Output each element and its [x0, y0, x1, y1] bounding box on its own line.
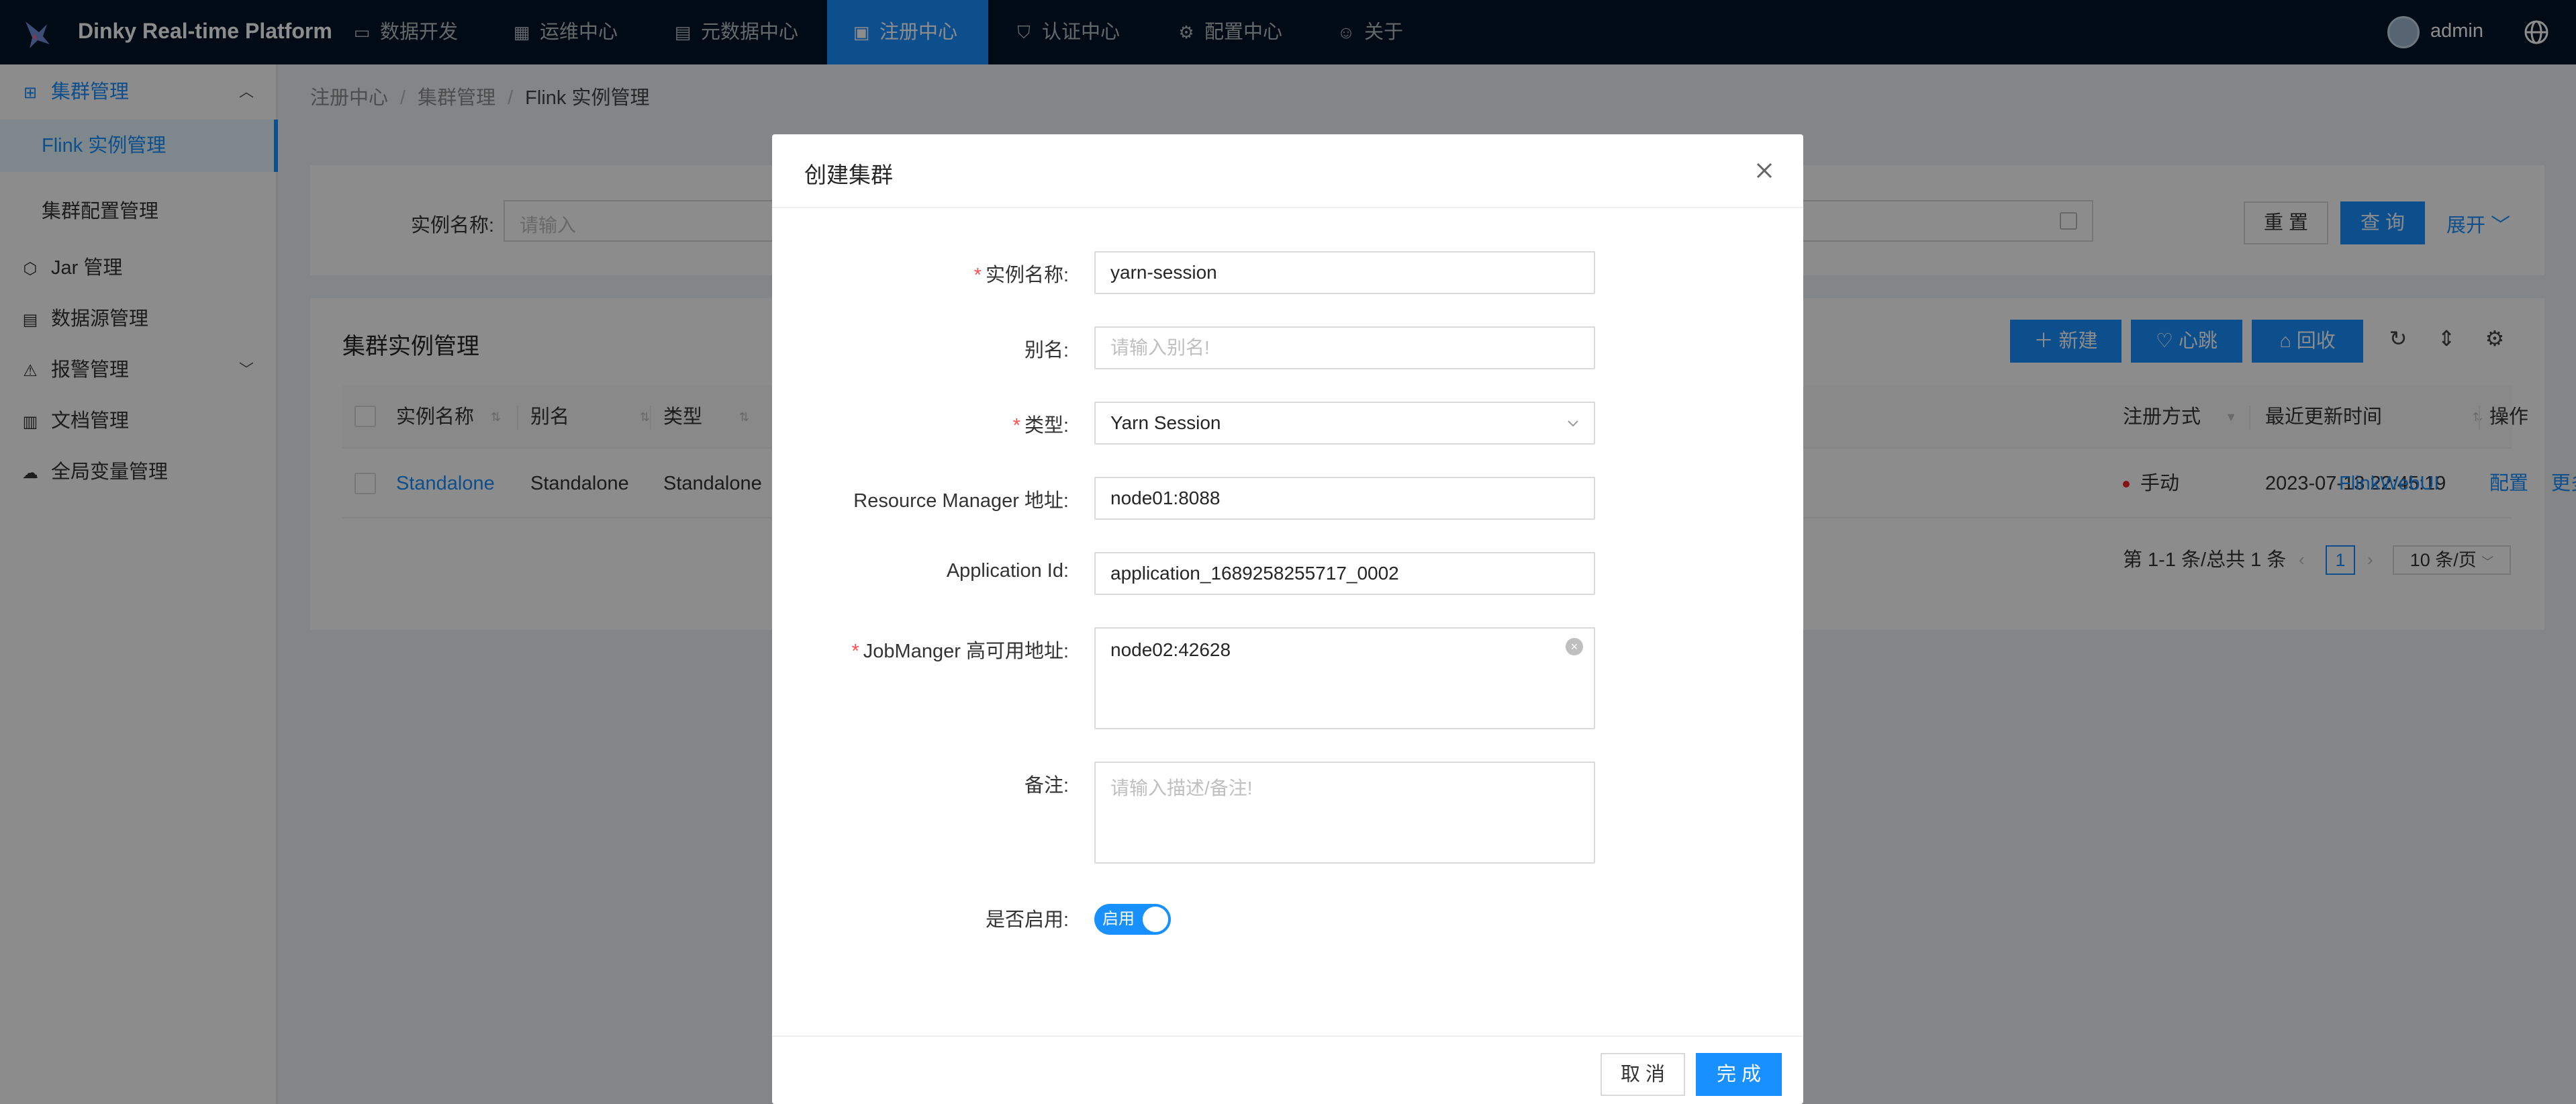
instance-name-input[interactable]: yarn-session — [1094, 251, 1595, 294]
type-label: * 类型: — [1012, 415, 1069, 436]
chevron-down-icon — [1568, 420, 1578, 427]
name-label: * 实例名称: — [973, 265, 1069, 286]
modal-header: 创建集群 — [772, 134, 1803, 208]
app-id-label: Application Id: — [946, 560, 1069, 582]
jm-ha-label: * JobManger 高可用地址: — [851, 641, 1069, 662]
modal-footer: 取 消 完 成 — [772, 1036, 1803, 1104]
rm-address-input[interactable]: node01:8088 — [1094, 477, 1595, 520]
cancel-button[interactable]: 取 消 — [1601, 1053, 1685, 1096]
enable-switch[interactable]: 启用 — [1094, 904, 1171, 935]
enable-label: 是否启用: — [985, 909, 1069, 931]
ok-button[interactable]: 完 成 — [1696, 1053, 1782, 1096]
modal-title: 创建集群 — [804, 163, 893, 187]
required-mark: * — [851, 641, 859, 662]
note-textarea[interactable]: 请输入描述/备注! — [1094, 762, 1595, 864]
type-select[interactable]: Yarn Session — [1094, 402, 1595, 445]
close-icon[interactable] — [1752, 158, 1776, 183]
note-label: 备注: — [1024, 775, 1069, 796]
required-mark: * — [973, 265, 982, 286]
clear-icon[interactable]: × — [1566, 638, 1583, 655]
alias-label: 别名: — [1024, 340, 1069, 361]
required-mark: * — [1012, 415, 1020, 436]
app-id-input[interactable]: application_1689258255717_0002 — [1094, 552, 1595, 595]
jm-ha-textarea[interactable]: node02:42628 × — [1094, 627, 1595, 729]
rm-address-label: Resource Manager 地址: — [853, 490, 1069, 512]
switch-knob — [1143, 907, 1168, 932]
create-cluster-modal: 创建集群 * 实例名称: yarn-session 别名: 请输入别名! * 类型:… — [772, 134, 1803, 1104]
alias-input[interactable]: 请输入别名! — [1094, 326, 1595, 369]
